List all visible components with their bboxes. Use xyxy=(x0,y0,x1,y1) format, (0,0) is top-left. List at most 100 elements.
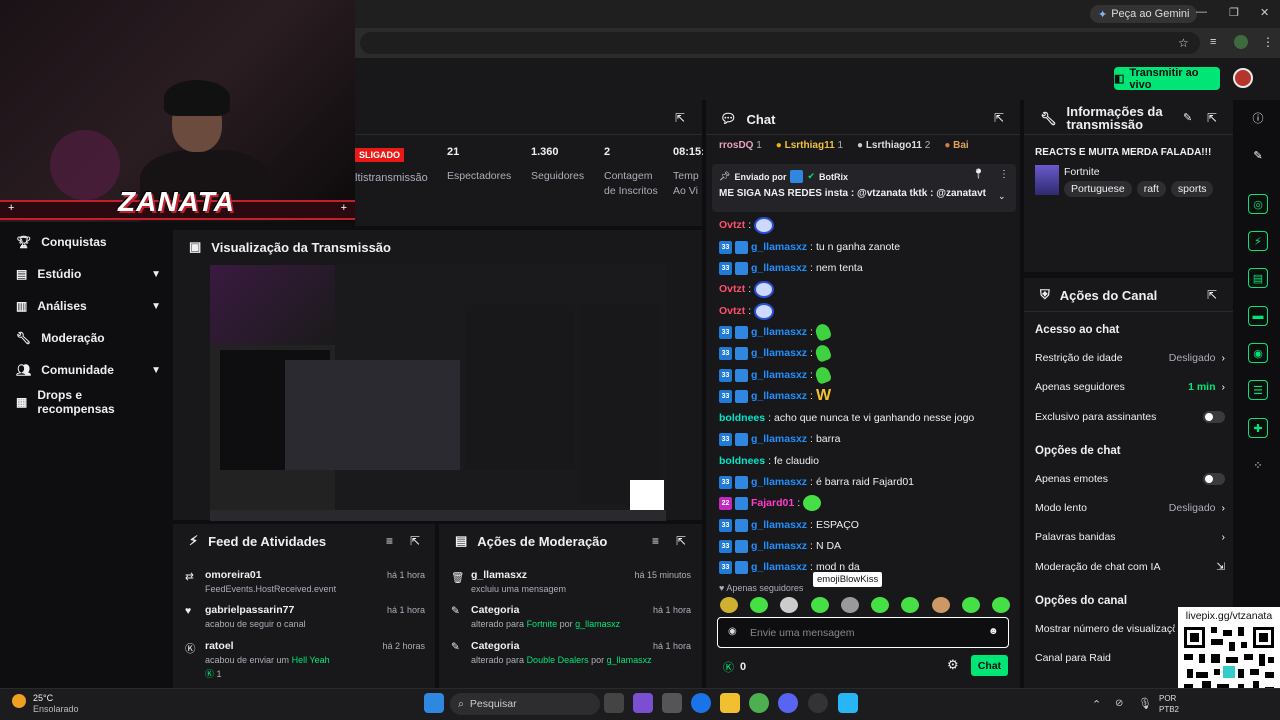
emote[interactable] xyxy=(991,597,1010,613)
chat-username[interactable]: boldnees xyxy=(719,455,765,467)
chat-message[interactable]: 33 g_llamasxz: barra xyxy=(719,430,840,448)
followers-only-row[interactable]: Apenas seguidores 1 min › xyxy=(1035,381,1225,393)
chat-message[interactable]: 33 g_llamasxz: ESPAÇO xyxy=(719,516,859,534)
obs-icon[interactable] xyxy=(808,693,828,713)
chat-username[interactable]: g_llamasxz xyxy=(751,390,807,402)
users-icon[interactable]: ☰ xyxy=(1248,380,1268,400)
minimize-icon[interactable]: — xyxy=(1196,6,1207,18)
maximize-icon[interactable]: ❐ xyxy=(1229,6,1239,19)
clipboard-icon[interactable]: ▤ xyxy=(1248,268,1268,288)
chat-username[interactable]: g_llamasxz xyxy=(751,561,807,573)
sidebar-item-studio[interactable]: ▤ Estúdio ▼ xyxy=(16,264,161,284)
chrome-icon[interactable] xyxy=(749,693,769,713)
emote[interactable] xyxy=(871,597,890,613)
popout-icon[interactable]: ⇱ xyxy=(1207,111,1217,125)
chat-username[interactable]: g_llamasxz xyxy=(751,519,807,531)
chat-input[interactable]: ◉ Envie uma mensagem ☻ xyxy=(717,617,1009,648)
language-indicator[interactable]: POR xyxy=(1159,694,1176,703)
filter-icon[interactable]: ≡ xyxy=(652,534,659,548)
chat-message[interactable]: 33 g_llamasxz: nem tenta xyxy=(719,259,863,277)
unpin-icon[interactable]: 📍︎ xyxy=(972,169,985,180)
popout-icon[interactable]: ⇱ xyxy=(994,111,1004,125)
chat-message[interactable]: boldnees: fe claudio xyxy=(719,452,819,470)
emote[interactable] xyxy=(840,597,859,613)
sidebar-item-achievements[interactable]: 🏆︎ Conquistas xyxy=(16,232,161,252)
chat-username[interactable]: g_llamasxz xyxy=(751,476,807,488)
stream-preview[interactable] xyxy=(210,265,666,521)
media-icon[interactable]: ≡ xyxy=(1210,36,1216,48)
filter-icon[interactable]: ≡ xyxy=(386,534,393,548)
emote[interactable] xyxy=(931,597,950,613)
chat-message[interactable]: Ovtzt: xyxy=(719,280,775,298)
chat-message[interactable]: 33 g_llamasxz: xyxy=(719,365,833,385)
kicks-balance[interactable]: Ⓚ 0 xyxy=(723,659,746,675)
sidebar-item-moderation[interactable]: 🔧︎ Moderação xyxy=(16,328,161,348)
chevron-down-icon[interactable]: ⌄ xyxy=(998,191,1006,202)
chat-username[interactable]: g_llamasxz xyxy=(751,326,807,338)
chat-username[interactable]: g_llamasxz xyxy=(751,540,807,552)
chat-message[interactable]: Ovtzt: xyxy=(719,216,775,234)
chat-message[interactable]: 33 g_llamasxz: é barra raid Fajard01 xyxy=(719,473,914,491)
sidebar-item-drops[interactable]: ▦ Drops e recompensas xyxy=(16,388,161,416)
chat-message[interactable]: Ovtzt: xyxy=(719,302,775,320)
emote[interactable] xyxy=(780,597,799,613)
emoji-icon[interactable]: ☻ xyxy=(988,626,999,637)
chat-username[interactable]: g_llamasxz xyxy=(751,262,807,274)
emote[interactable] xyxy=(750,597,769,613)
app-icon[interactable] xyxy=(662,693,682,713)
chat-icon[interactable]: ▬ xyxy=(1248,306,1268,326)
emote[interactable] xyxy=(901,597,920,613)
more-options-icon[interactable]: ⋮ xyxy=(999,169,1009,180)
discord-icon[interactable] xyxy=(778,693,798,713)
emote[interactable] xyxy=(810,597,829,613)
emote[interactable] xyxy=(961,597,980,613)
chat-username[interactable]: Ovtzt xyxy=(719,305,745,317)
popout-icon[interactable]: ⇱ xyxy=(675,111,685,125)
chat-username[interactable]: g_llamasxz xyxy=(751,369,807,381)
send-chat-button[interactable]: Chat xyxy=(971,655,1008,676)
slow-mode-row[interactable]: Modo lento Desligado › xyxy=(1035,502,1225,514)
gear-icon[interactable]: ⚙ xyxy=(947,657,959,673)
popout-icon[interactable]: ⇱ xyxy=(410,534,420,548)
chat-username[interactable]: boldnees xyxy=(719,412,765,424)
popout-icon[interactable]: ⇱ xyxy=(1207,288,1217,302)
subs-only-toggle[interactable] xyxy=(1203,411,1225,423)
edit-icon[interactable]: ✎ xyxy=(1183,111,1192,124)
sidebar-item-analytics[interactable]: ▥ Análises ▼ xyxy=(16,296,161,316)
sidebar-item-community[interactable]: 👥︎ Comunidade ▼ xyxy=(16,360,161,380)
gemini-button[interactable]: ✦ Peça ao Gemini xyxy=(1090,5,1198,23)
network-icon[interactable]: ⊘ xyxy=(1115,698,1123,709)
chat-message[interactable]: 33 g_llamasxz: tu n ganha zanote xyxy=(719,238,900,256)
popout-icon[interactable]: ⇱ xyxy=(676,534,686,548)
banned-words-row[interactable]: Palavras banidas › xyxy=(1035,531,1225,543)
app-icon[interactable] xyxy=(633,693,653,713)
chat-message[interactable]: 33 g_llamasxz: xyxy=(719,322,833,342)
wrench-icon[interactable]: ✚ xyxy=(1248,418,1268,438)
profile-icon[interactable] xyxy=(1234,35,1248,49)
pinned-message[interactable]: 📌︎ Enviado por ✔ BotRix ME SIGA NAS REDES i… xyxy=(712,164,1016,212)
chat-username[interactable]: Ovtzt xyxy=(719,219,745,231)
chat-message[interactable]: 33 g_llamasxz: W xyxy=(719,387,831,405)
emote-picker-icon[interactable]: ◉ xyxy=(728,626,737,637)
edit-icon[interactable]: ✎ xyxy=(1248,145,1268,165)
avatar[interactable] xyxy=(1233,68,1253,88)
chat-message[interactable]: 33 g_llamasxz: xyxy=(719,343,833,363)
address-bar[interactable] xyxy=(360,32,1200,54)
chat-username[interactable]: Fajard01 xyxy=(751,497,794,509)
camera-icon[interactable]: ◎ xyxy=(1248,194,1268,214)
apps-icon[interactable]: ⁘ xyxy=(1248,455,1268,475)
emote[interactable] xyxy=(720,597,738,613)
chat-message[interactable]: 22 Fajard01: xyxy=(719,494,822,512)
taskview-icon[interactable] xyxy=(604,693,624,713)
bookmark-star-icon[interactable]: ☆ xyxy=(1178,36,1189,50)
info-icon[interactable]: ⓘ xyxy=(1248,108,1268,128)
age-restriction-row[interactable]: Restrição de idade Desligado › xyxy=(1035,352,1225,364)
close-icon[interactable]: ✕ xyxy=(1260,6,1269,19)
mic-icon[interactable]: 🎙︎ xyxy=(1138,697,1152,710)
chat-message[interactable]: 33 g_llamasxz: N DA xyxy=(719,537,841,555)
taskbar-search[interactable]: ⌕ Pesquisar xyxy=(450,693,600,715)
folder-icon[interactable] xyxy=(720,693,740,713)
tray-up-icon[interactable]: ⌃ xyxy=(1092,698,1101,711)
ai-moderation-row[interactable]: Moderação de chat com IA ⇲ xyxy=(1035,561,1225,573)
emotes-only-toggle[interactable] xyxy=(1203,473,1225,485)
